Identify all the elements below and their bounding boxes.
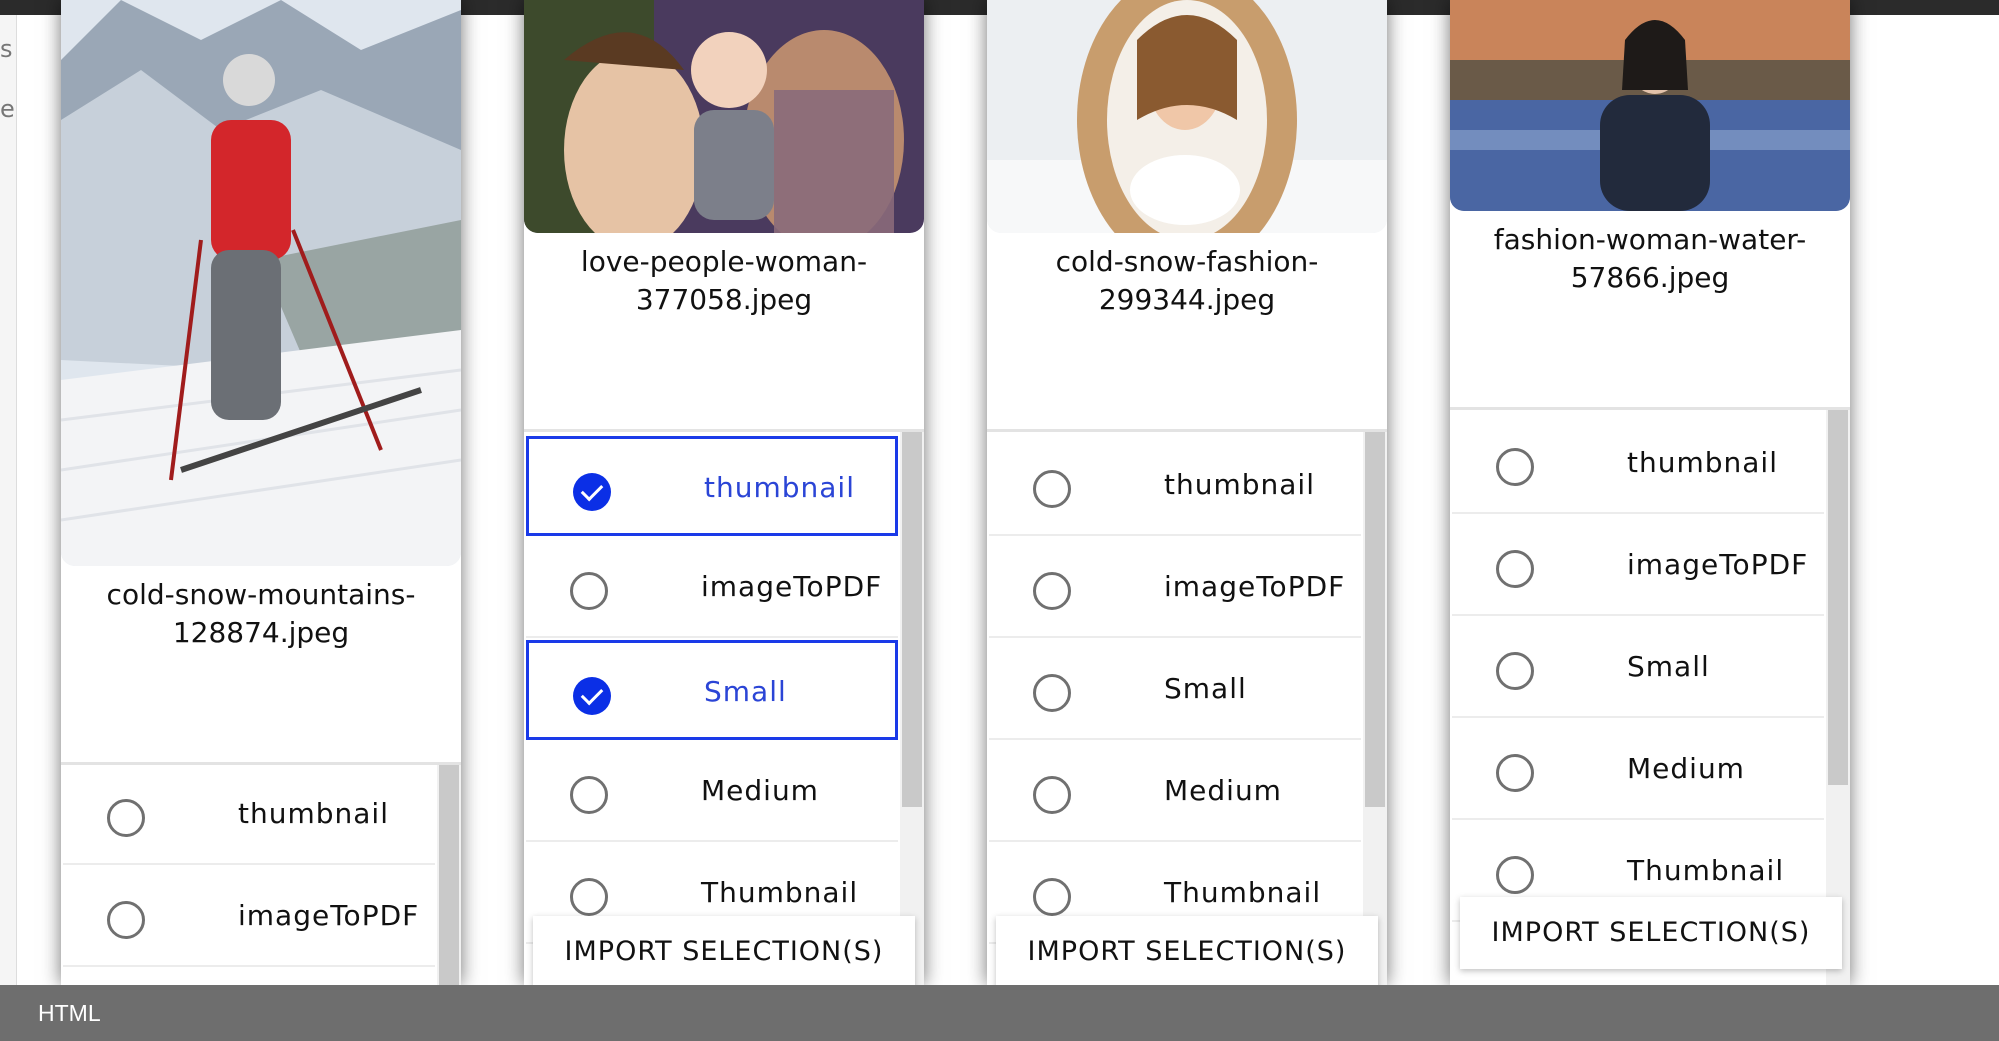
option-small[interactable]: Small: [989, 640, 1361, 740]
radio-button[interactable]: [1033, 776, 1071, 814]
radio-button[interactable]: [1496, 448, 1534, 486]
radio-button[interactable]: [1496, 652, 1534, 690]
option-medium[interactable]: Medium: [526, 742, 898, 842]
option-medium[interactable]: Medium: [1452, 720, 1824, 820]
scrollbar-thumb[interactable]: [902, 432, 922, 807]
file-name: cold-snow-fashion-299344.jpeg: [1055, 245, 1319, 316]
snow-fashion-photo: [987, 0, 1387, 233]
option-label: Medium: [701, 774, 819, 807]
radio-button[interactable]: [1496, 550, 1534, 588]
option-label: imageToPDF: [238, 899, 420, 932]
import-selections-button[interactable]: IMPORT SELECTION(S): [533, 916, 915, 985]
option-label: thumbnail: [1627, 446, 1778, 479]
bottom-status-bar: HTML: [0, 985, 1999, 1041]
scrollbar-thumb[interactable]: [1828, 410, 1848, 785]
image-thumbnail: [987, 0, 1387, 233]
checked-radio-icon[interactable]: [573, 677, 611, 715]
option-imagetopdf[interactable]: imageToPDF: [989, 538, 1361, 638]
option-thumbnail[interactable]: thumbnail: [63, 765, 435, 865]
option-label: Thumbnail: [1627, 854, 1785, 887]
option-label: Small: [704, 675, 787, 708]
checked-radio-icon[interactable]: [573, 473, 611, 511]
media-card: cold-snow-fashion-299344.jpeg thumbnail …: [987, 0, 1387, 985]
radio-button[interactable]: [1033, 572, 1071, 610]
option-label: Small: [1627, 650, 1710, 683]
file-name: cold-snow-mountains-128874.jpeg: [106, 578, 416, 649]
radio-button[interactable]: [1496, 754, 1534, 792]
image-thumbnail: [524, 0, 924, 233]
media-card: fashion-woman-water-57866.jpeg thumbnail…: [1450, 0, 1850, 985]
option-label: thumbnail: [238, 797, 389, 830]
media-card: cold-snow-mountains-128874.jpeg thumbnai…: [61, 0, 461, 985]
skier-photo: [61, 0, 461, 566]
option-small[interactable]: Small: [1452, 618, 1824, 718]
option-label: thumbnail: [1164, 468, 1315, 501]
option-label: Medium: [1627, 752, 1745, 785]
option-imagetopdf[interactable]: imageToPDF: [526, 538, 898, 638]
radio-button[interactable]: [570, 572, 608, 610]
file-name: fashion-woman-water-57866.jpeg: [1493, 223, 1807, 294]
options-list: thumbnail imageToPDF Small Medium Thumbn…: [987, 429, 1387, 985]
import-selections-button[interactable]: IMPORT SELECTION(S): [996, 916, 1378, 985]
image-thumbnail: [1450, 0, 1850, 211]
option-imagetopdf[interactable]: imageToPDF: [63, 867, 435, 967]
radio-button[interactable]: [107, 901, 145, 939]
option-medium[interactable]: Medium: [989, 742, 1361, 842]
radio-button[interactable]: [1033, 674, 1071, 712]
left-edge-fragment: s: [0, 35, 13, 63]
option-label: imageToPDF: [1627, 548, 1809, 581]
option-label: imageToPDF: [1164, 570, 1346, 603]
option-thumbnail[interactable]: thumbnail: [989, 436, 1361, 536]
media-card: love-people-woman-377058.jpeg thumbnail …: [524, 0, 924, 985]
option-label: Small: [1164, 672, 1247, 705]
radio-button[interactable]: [1033, 470, 1071, 508]
scrollbar-thumb[interactable]: [1365, 432, 1385, 807]
option-small[interactable]: Small: [526, 640, 898, 740]
option-thumbnail[interactable]: thumbnail: [526, 436, 898, 536]
option-thumbnail[interactable]: thumbnail: [1452, 414, 1824, 514]
option-label: imageToPDF: [701, 570, 883, 603]
radio-button[interactable]: [570, 878, 608, 916]
scrollbar-thumb[interactable]: [439, 765, 459, 985]
family-photo: [524, 0, 924, 233]
option-label: Thumbnail: [701, 876, 859, 909]
options-list: thumbnail imageToPDF Small Medium Thumbn…: [524, 429, 924, 985]
radio-button[interactable]: [107, 799, 145, 837]
image-thumbnail: [61, 0, 461, 566]
left-edge-fragment: e: [0, 95, 15, 123]
option-imagetopdf[interactable]: imageToPDF: [1452, 516, 1824, 616]
left-panel-edge: s e: [0, 15, 17, 985]
radio-button[interactable]: [1496, 856, 1534, 894]
radio-button[interactable]: [570, 776, 608, 814]
bottom-bar-label: HTML: [38, 1000, 101, 1026]
option-label: thumbnail: [704, 471, 855, 504]
file-name: love-people-woman-377058.jpeg: [580, 245, 868, 316]
import-selections-button[interactable]: IMPORT SELECTION(S): [1460, 897, 1842, 969]
radio-button[interactable]: [1033, 878, 1071, 916]
options-list: thumbnail imageToPDF: [61, 762, 461, 985]
option-label: Thumbnail: [1164, 876, 1322, 909]
water-fashion-photo: [1450, 0, 1850, 211]
option-label: Medium: [1164, 774, 1282, 807]
